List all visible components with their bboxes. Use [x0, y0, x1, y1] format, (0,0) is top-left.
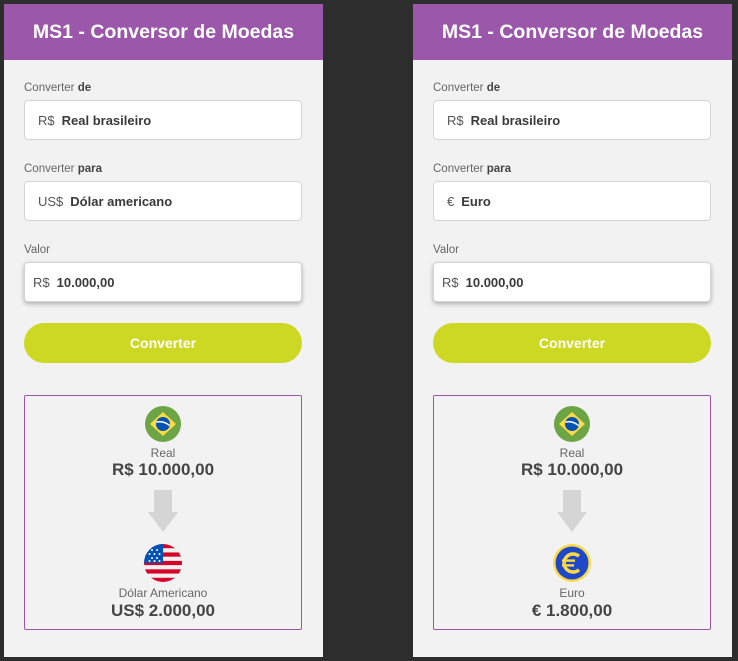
to-currency-select[interactable]: US$ Dólar americano	[24, 181, 302, 221]
to-currency-symbol: €	[447, 193, 455, 209]
target-currency-name: Euro	[559, 586, 585, 600]
to-currency-symbol: US$	[38, 193, 64, 209]
amount-field[interactable]: R$	[433, 262, 711, 302]
euro-coin-icon	[553, 544, 591, 582]
from-currency-select[interactable]: R$ Real brasileiro	[24, 100, 302, 140]
app-header: MS1 - Conversor de Moedas	[4, 4, 323, 60]
brazil-flag-icon	[145, 406, 181, 442]
source-amount: R$ 10.000,00	[111, 460, 215, 479]
amount-field[interactable]: R$	[24, 262, 302, 302]
to-label-text: Converter	[24, 163, 75, 175]
arrow-down-icon	[148, 490, 178, 532]
source-currency-name: Real	[559, 446, 585, 460]
target-amount: € 1.800,00	[531, 601, 613, 620]
from-currency-select[interactable]: R$ Real brasileiro	[433, 100, 711, 140]
amount-label: Valor	[24, 244, 50, 256]
to-currency-name: Euro	[461, 193, 491, 209]
from-label: Converter de	[433, 82, 500, 95]
from-currency-name: Real brasileiro	[61, 112, 152, 128]
from-currency-symbol: R$	[38, 112, 55, 128]
amount-label: Valor	[433, 244, 459, 256]
usa-flag-icon	[144, 544, 182, 582]
to-currency-name: Dólar americano	[70, 193, 173, 209]
to-label: Converter para	[433, 163, 511, 176]
from-label-emphasis: de	[486, 82, 501, 94]
converter-panel-left: MS1 - Conversor de Moedas Converter de R…	[4, 4, 323, 657]
source-currency-name: Real	[150, 446, 176, 460]
to-label-text: Converter	[433, 163, 484, 175]
convert-button[interactable]: Converter	[24, 323, 302, 363]
app-header: MS1 - Conversor de Moedas	[413, 4, 732, 60]
target-amount: US$ 2.000,00	[111, 601, 215, 620]
arrow-down-icon	[557, 490, 587, 532]
conversion-result-card: Real R$ 10.000,00 Dólar Americano US$ 2.…	[24, 395, 302, 630]
from-label-text: Converter	[24, 82, 75, 94]
amount-currency-symbol: R$	[442, 274, 459, 290]
from-label-emphasis: de	[77, 82, 92, 94]
from-currency-symbol: R$	[447, 112, 464, 128]
to-label: Converter para	[24, 163, 102, 176]
brazil-flag-icon	[554, 406, 590, 442]
from-currency-name: Real brasileiro	[470, 112, 561, 128]
to-label-emphasis: para	[77, 163, 102, 175]
to-currency-select[interactable]: € Euro	[433, 181, 711, 221]
converter-panel-right: MS1 - Conversor de Moedas Converter de R…	[413, 4, 732, 657]
conversion-result-card: Real R$ 10.000,00 Euro € 1.800,00	[433, 395, 711, 630]
target-currency-name: Dólar Americano	[118, 586, 208, 600]
amount-currency-symbol: R$	[33, 274, 50, 290]
amount-input[interactable]	[56, 272, 257, 292]
convert-button[interactable]: Converter	[433, 323, 711, 363]
from-label-text: Converter	[433, 82, 484, 94]
app-title: MS1 - Conversor de Moedas	[32, 20, 295, 43]
app-title: MS1 - Conversor de Moedas	[441, 20, 704, 43]
from-label: Converter de	[24, 82, 91, 95]
to-label-emphasis: para	[486, 163, 511, 175]
source-amount: R$ 10.000,00	[520, 460, 624, 479]
amount-input[interactable]	[465, 272, 666, 292]
